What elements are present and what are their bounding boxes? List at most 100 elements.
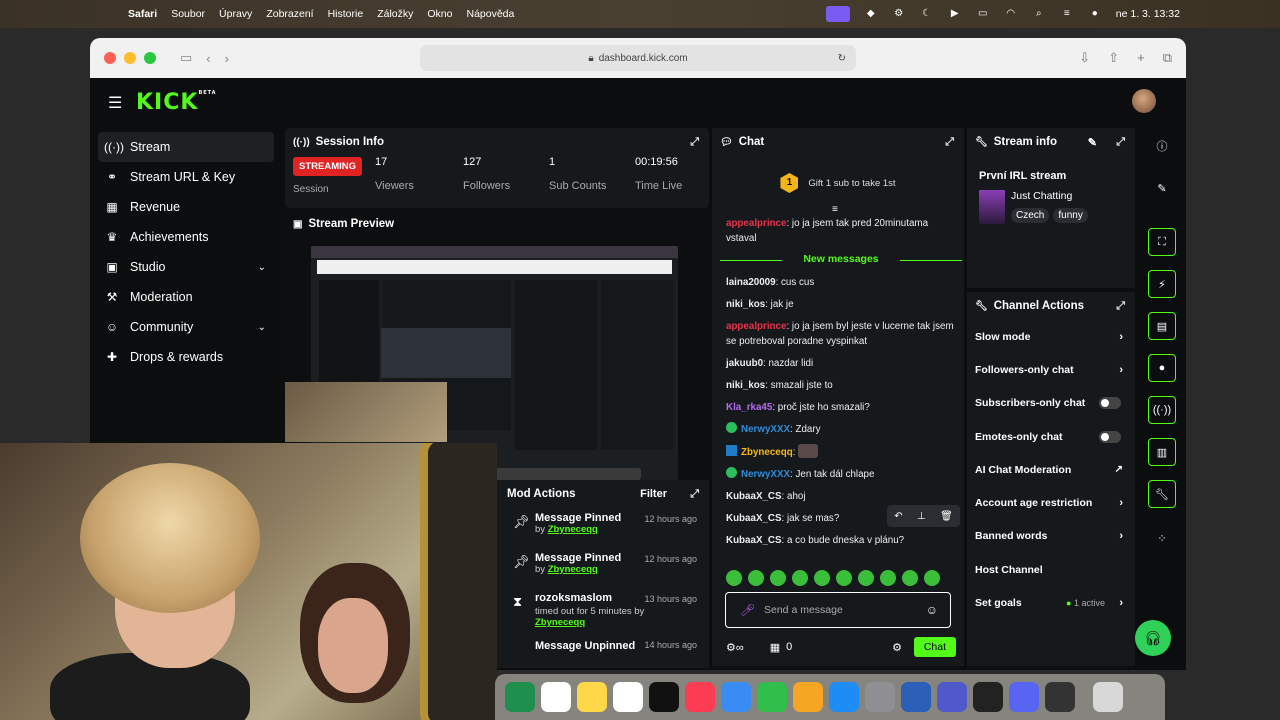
sidebar-item-achievements[interactable]: ♛ Achievements	[98, 222, 274, 252]
pin-icon[interactable]: ⊥	[917, 511, 926, 522]
emote-icon[interactable]	[770, 570, 786, 586]
screen-mirror-icon[interactable]	[825, 6, 850, 22]
emotes-only-toggle[interactable]	[1099, 430, 1121, 443]
sidebar-item-revenue[interactable]: ▦ Revenue	[98, 192, 274, 222]
new-tab-icon[interactable]: +	[1137, 50, 1145, 66]
gift-sub-banner[interactable]: 1 Gift 1 sub to take 1st	[712, 158, 964, 208]
emote-icon[interactable]	[726, 570, 742, 586]
emote-icon[interactable]	[902, 570, 918, 586]
chat-message[interactable]: KubaaX_CS: ahoj	[726, 489, 956, 504]
chat-message[interactable]: niki_kos: smazali jste to	[726, 378, 956, 393]
emote-icon[interactable]	[836, 570, 852, 586]
tag-chip[interactable]: funny	[1053, 208, 1088, 223]
trash-icon[interactable]	[1093, 682, 1123, 712]
download-icon[interactable]: ⇩	[1079, 50, 1090, 66]
minimize-window-button[interactable]	[124, 52, 136, 64]
expand-icon[interactable]: ⤢	[690, 136, 699, 149]
chat-message[interactable]: NerwyXXX: Jen tak dál chlape	[726, 467, 956, 482]
battery-icon[interactable]: ▭	[976, 8, 990, 20]
share-icon[interactable]: ⇧	[1108, 50, 1119, 66]
moon-icon[interactable]: ☾	[920, 8, 934, 20]
notes-icon[interactable]	[577, 682, 607, 712]
pinned-toggle-icon[interactable]: ≡	[832, 204, 838, 215]
delete-icon[interactable]: 🗑︎	[940, 511, 953, 522]
chat-username[interactable]: NerwyXXX	[741, 469, 790, 480]
lightning-icon[interactable]: ⚡︎	[1148, 270, 1176, 298]
expand-icon[interactable]: ⤢	[1116, 136, 1125, 149]
chat-message[interactable]: NerwyXXX: Zdary	[726, 422, 956, 437]
send-chat-button[interactable]: Chat	[913, 637, 956, 657]
mod-action-row[interactable]: Message Unpinned 14 hours ago	[497, 640, 709, 654]
app-store-icon[interactable]	[829, 682, 859, 712]
chat-input[interactable]: 🎤︎ Send a message ☺	[725, 592, 951, 628]
chat-message[interactable]: laina20009: cus cus	[726, 275, 956, 290]
menu-item[interactable]: Záložky	[377, 8, 413, 20]
sidebar-item-community[interactable]: ☺ Community ⌄	[98, 312, 274, 342]
chat-message[interactable]: Kla_rka45: proč jste ho smazali?	[726, 400, 956, 415]
chat-message[interactable]: appealprince: jo ja jsem byl jeste v luc…	[726, 319, 956, 349]
moderator-link[interactable]: Zbyneceqq	[548, 564, 598, 575]
channel-action-followers-only[interactable]: Followers-only chat ›	[967, 353, 1135, 386]
sidebar-item-studio[interactable]: ▣ Studio ⌄	[98, 252, 274, 282]
expand-icon[interactable]: ⤢	[690, 488, 699, 501]
chat-message[interactable]: Zbyneceqq:	[726, 444, 956, 460]
chat-message[interactable]: niki_kos: jak je	[726, 297, 956, 312]
discord-icon[interactable]	[1009, 682, 1039, 712]
keynote-icon[interactable]	[721, 682, 751, 712]
emote-icon[interactable]	[858, 570, 874, 586]
menu-icon[interactable]: ☰	[108, 93, 122, 113]
back-icon[interactable]: ‹	[206, 51, 210, 66]
chat-username[interactable]: appealprince	[726, 321, 786, 332]
zoom-window-button[interactable]	[144, 52, 156, 64]
reminders-icon[interactable]	[541, 682, 571, 712]
chat-message[interactable]: appealprince: jo ja jsem tak pred 20minu…	[726, 216, 956, 246]
terminal-icon[interactable]	[973, 682, 1003, 712]
avatar[interactable]	[1132, 89, 1156, 113]
channel-action-account-age[interactable]: Account age restriction ›	[967, 486, 1135, 519]
search-icon[interactable]: ⌕	[1032, 8, 1046, 20]
expand-icon[interactable]: ⤢	[1116, 300, 1125, 313]
address-bar[interactable]: 🔒︎ dashboard.kick.com ↻	[420, 45, 856, 71]
help-headset-button[interactable]: 🎧︎	[1135, 620, 1171, 656]
menu-item[interactable]: Okno	[427, 8, 452, 20]
edit-icon[interactable]: ✎	[1088, 136, 1097, 149]
chat-username[interactable]: niki_kos	[726, 299, 765, 310]
chat-username[interactable]: niki_kos	[726, 380, 765, 391]
chat-username[interactable]: Zbyneceqq	[741, 447, 793, 458]
reload-icon[interactable]: ↻	[838, 53, 846, 64]
info-icon[interactable]: ⓘ	[1148, 132, 1176, 160]
wrench-icon[interactable]: 🔧︎	[1148, 480, 1176, 508]
chat-username[interactable]: KubaaX_CS	[726, 513, 782, 524]
wifi-icon[interactable]: ◠	[1004, 8, 1018, 20]
menu-item[interactable]: Historie	[328, 8, 364, 20]
freeform-icon[interactable]	[613, 682, 643, 712]
chat-username[interactable]: NerwyXXX	[741, 424, 790, 435]
chat-username[interactable]: Kla_rka45	[726, 402, 772, 413]
apple-tv-icon[interactable]	[649, 682, 679, 712]
category-thumbnail[interactable]	[979, 190, 1005, 224]
menu-app-name[interactable]: Safari	[128, 8, 157, 20]
sidebar-item-moderation[interactable]: ⚒ Moderation	[98, 282, 274, 312]
settings-icon[interactable]: ⚙	[892, 8, 906, 20]
tabs-overview-icon[interactable]: ⧉	[1163, 50, 1172, 66]
siri-icon[interactable]: ●	[1088, 8, 1102, 20]
emote-icon[interactable]	[880, 570, 896, 586]
word-icon[interactable]	[901, 682, 931, 712]
emote-icon[interactable]	[814, 570, 830, 586]
sidebar-item-drops-rewards[interactable]: ✚ Drops & rewards	[98, 342, 274, 372]
edit-icon[interactable]: ✎	[1148, 174, 1176, 202]
channel-action-ai-moderation[interactable]: AI Chat Moderation ↗	[967, 453, 1135, 486]
document-icon[interactable]: ▤	[1148, 312, 1176, 340]
chat-username[interactable]: jakuub0	[726, 358, 763, 369]
reply-icon[interactable]: ↶	[894, 511, 902, 522]
emote-icon[interactable]	[924, 570, 940, 586]
music-icon[interactable]	[685, 682, 715, 712]
activity-monitor-icon[interactable]	[1045, 682, 1075, 712]
excel-icon[interactable]	[505, 682, 535, 712]
subscribers-only-toggle[interactable]	[1099, 397, 1121, 410]
more-apps-icon[interactable]: ⁘	[1148, 524, 1176, 552]
category-name[interactable]: Just Chatting	[1011, 190, 1072, 202]
chat-username[interactable]: appealprince	[726, 218, 786, 229]
broadcast-icon[interactable]: ((·))	[1148, 396, 1176, 424]
chat-message[interactable]: KubaaX_CS: a co bude dneska v plánu?	[726, 533, 956, 548]
